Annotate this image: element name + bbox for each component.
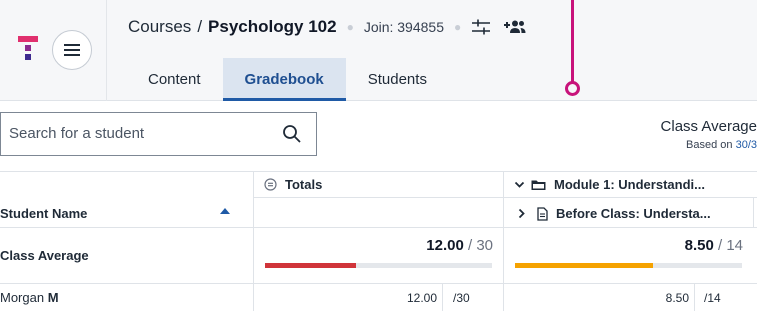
module-header-label: Module 1: Understandi... — [554, 177, 705, 192]
gradebook-grid: Totals Module 1: Understandi... Student … — [0, 171, 757, 311]
sort-ascending-icon[interactable] — [219, 207, 231, 215]
tab-students[interactable]: Students — [346, 58, 449, 101]
student-last-initial: M — [47, 290, 59, 305]
separator-dot: ● — [346, 20, 354, 34]
add-group-icon — [504, 20, 526, 33]
separator-dot: ● — [454, 20, 462, 34]
course-title: Psychology 102 — [208, 17, 337, 36]
subtitle-prefix: Based on — [686, 139, 736, 151]
student-search-input[interactable]: Search for a student — [0, 112, 317, 156]
grid-line — [442, 283, 443, 311]
tab-gradebook[interactable]: Gradebook — [222, 58, 346, 101]
submissions-link[interactable]: 30/3 — [736, 139, 757, 151]
activity-header-label: Before Class: Understa... — [556, 206, 711, 221]
grid-line — [503, 171, 504, 311]
class-average-subtitle: Based on 30/3 — [661, 139, 757, 151]
grid-line — [0, 227, 757, 228]
pointer-line — [571, 0, 574, 82]
top-header: Courses / Psychology 102 ● Join: 394855 … — [0, 0, 757, 101]
totals-average-score: 12.00 / 30 — [426, 237, 493, 254]
search-placeholder: Search for a student — [9, 125, 145, 142]
pointer-ring — [565, 81, 580, 96]
class-average-summary: Class Average Based on 30/3 — [661, 118, 757, 151]
hamburger-icon — [64, 44, 80, 56]
tab-bar: Content Gradebook Students — [126, 58, 449, 101]
totals-header-label: Totals — [285, 177, 323, 192]
module-average-bar-fill — [515, 263, 654, 268]
grid-line — [253, 197, 757, 198]
menu-button[interactable] — [52, 30, 92, 70]
totals-average-bar-fill — [265, 263, 356, 268]
totals-average-max: / 30 — [463, 237, 493, 254]
totals-average-bar — [265, 263, 492, 268]
student-totals-score[interactable]: 12.00 — [407, 291, 437, 305]
totals-header[interactable]: Totals — [264, 177, 322, 192]
document-icon — [537, 206, 548, 221]
module-average-max: / 14 — [713, 237, 743, 254]
module-header[interactable]: Module 1: Understandi... — [514, 177, 705, 192]
activity-header[interactable]: Before Class: Understa... — [516, 206, 711, 221]
class-average-row-label: Class Average — [0, 248, 89, 263]
totals-icon — [264, 178, 277, 191]
module-average-score: 8.50 / 14 — [685, 237, 743, 254]
student-first-name: Morgan — [0, 290, 45, 305]
student-module-score[interactable]: 8.50 — [666, 291, 689, 305]
tab-content[interactable]: Content — [126, 58, 223, 101]
student-module-max: /14 — [704, 291, 721, 305]
header-divider — [106, 0, 107, 101]
grid-line — [0, 283, 757, 284]
join-code: Join: 394855 — [363, 19, 444, 35]
student-name-cell[interactable]: Morgan M — [0, 290, 59, 305]
breadcrumb: Courses / Psychology 102 ● Join: 394855 … — [128, 14, 527, 40]
student-totals-max: /30 — [453, 291, 470, 305]
grid-line — [253, 171, 254, 311]
module-average-bar — [515, 263, 742, 268]
breadcrumb-courses-link[interactable]: Courses — [128, 17, 191, 37]
folder-icon — [531, 180, 546, 190]
app-logo[interactable] — [18, 36, 38, 62]
grid-line — [753, 197, 754, 227]
search-icon[interactable] — [282, 124, 302, 144]
student-name-header[interactable]: Student Name — [0, 206, 87, 221]
breadcrumb-separator: / — [197, 17, 203, 36]
chevron-down-icon — [514, 181, 525, 188]
grid-line — [0, 171, 757, 172]
grid-line — [694, 283, 695, 311]
totals-average-value: 12.00 — [426, 237, 464, 254]
module-average-value: 8.50 — [684, 237, 714, 254]
student-name-header-label: Student Name — [0, 206, 88, 221]
add-people-button[interactable] — [503, 19, 527, 35]
sliders-icon — [472, 19, 491, 35]
chevron-right-icon — [518, 208, 525, 219]
class-average-title: Class Average — [660, 118, 757, 135]
settings-sliders-button[interactable] — [471, 19, 491, 35]
